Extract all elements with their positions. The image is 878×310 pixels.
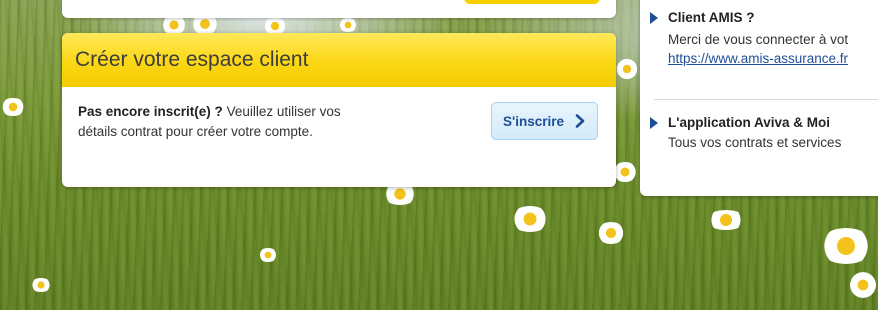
daisy-decoration xyxy=(258,248,278,262)
card-header: Créer votre espace client xyxy=(62,33,616,87)
daisy-decoration xyxy=(510,206,550,232)
info-item-text: Merci de vous connecter à vot xyxy=(668,32,849,47)
daisy-decoration xyxy=(0,98,26,116)
info-item-amis: Client AMIS ? Merci de vous connecter à … xyxy=(650,10,878,68)
info-item-title: Client AMIS ? xyxy=(668,10,755,25)
daisy-decoration xyxy=(160,16,188,34)
daisy-decoration xyxy=(818,228,874,264)
previous-card-button[interactable] xyxy=(464,0,600,4)
info-item-text: Tous vos contrats et services xyxy=(668,135,842,150)
card-description: Pas encore inscrit(e) ? Veuillez utilise… xyxy=(78,102,348,142)
daisy-decoration xyxy=(30,278,52,292)
amis-link[interactable]: https://www.amis-assurance.fr xyxy=(668,49,878,68)
triangle-right-icon xyxy=(650,12,658,24)
create-account-card: Créer votre espace client Pas encore ins… xyxy=(62,33,616,187)
info-item-app[interactable]: L'application Aviva & Moi Tous vos contr… xyxy=(650,115,878,152)
card-title: Créer votre espace client xyxy=(75,48,309,71)
card-description-bold: Pas encore inscrit(e) ? xyxy=(78,104,223,119)
signup-button[interactable]: S'inscrire xyxy=(491,102,598,140)
daisy-decoration xyxy=(616,58,638,80)
daisy-decoration xyxy=(848,272,878,298)
previous-card xyxy=(62,0,616,18)
divider xyxy=(654,99,878,100)
info-item-title: L'application Aviva & Moi xyxy=(668,115,830,130)
triangle-right-icon xyxy=(650,117,658,129)
daisy-decoration xyxy=(262,18,288,34)
chevron-right-icon xyxy=(575,114,585,128)
signup-button-label: S'inscrire xyxy=(503,113,564,129)
daisy-decoration xyxy=(338,18,358,32)
info-panel: Client AMIS ? Merci de vous connecter à … xyxy=(640,0,878,196)
daisy-decoration xyxy=(596,222,626,244)
card-body: Pas encore inscrit(e) ? Veuillez utilise… xyxy=(62,87,616,142)
daisy-decoration xyxy=(706,210,746,230)
